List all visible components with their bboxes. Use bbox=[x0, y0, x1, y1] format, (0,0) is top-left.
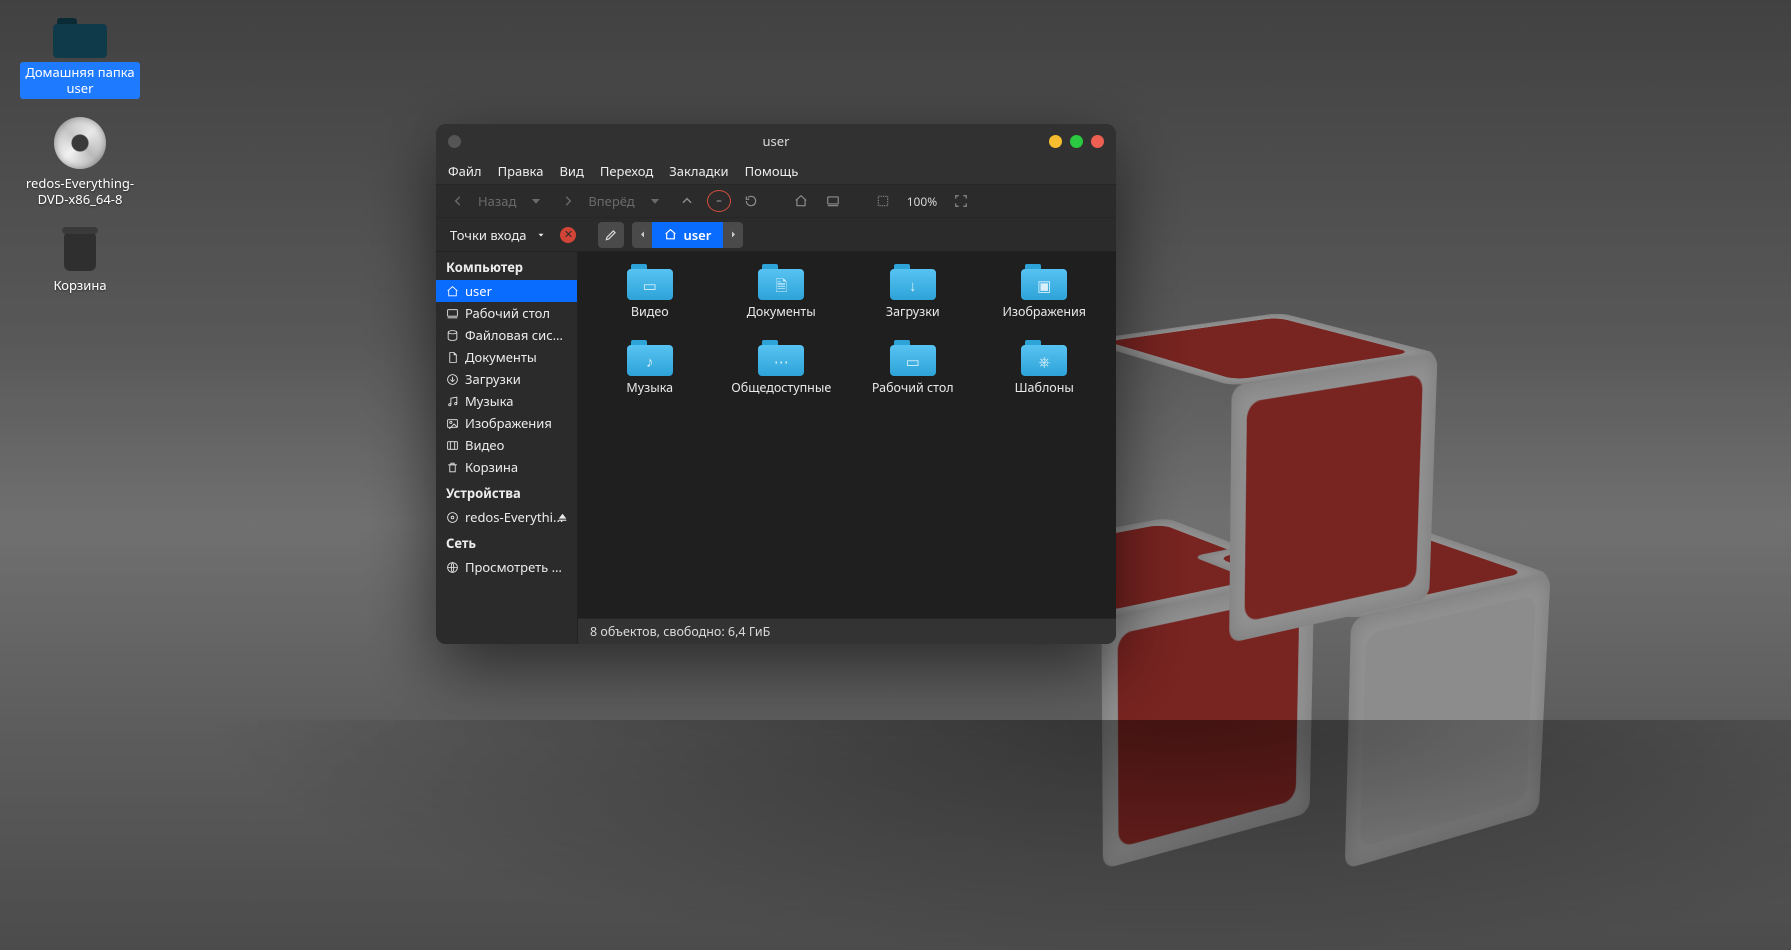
sidebar-item[interactable]: Рабочий стол bbox=[436, 302, 577, 324]
file-manager-window: user Файл Правка Вид Переход Закладки По… bbox=[436, 124, 1116, 644]
icon-grid: ▭ Видео 🗎 Документы ↓ Загрузки ▣ Изображения ♪ Му… bbox=[578, 252, 1116, 618]
folder-icon: ♪ bbox=[627, 340, 673, 376]
stop-button[interactable] bbox=[707, 190, 731, 212]
window-title: user bbox=[763, 132, 790, 150]
folder-label: Загрузки bbox=[886, 303, 940, 320]
sidebar-item[interactable]: Файловая система bbox=[436, 324, 577, 346]
sidebar-item[interactable]: Музыка bbox=[436, 390, 577, 412]
folder-label: Рабочий стол bbox=[872, 379, 954, 396]
desktop-icon-area: Домашняя папка user redos-Everything-DVD… bbox=[20, 16, 160, 313]
sidebar-item[interactable]: Загрузки bbox=[436, 368, 577, 390]
sidebar-heading-computer: Компьютер bbox=[436, 252, 577, 280]
sidebar-item[interactable]: Изображения bbox=[436, 412, 577, 434]
zoom-out-button[interactable] bbox=[871, 189, 895, 213]
sidebar-item[interactable]: user bbox=[436, 280, 577, 302]
breadcrumb-user[interactable]: user bbox=[652, 222, 723, 248]
folder-item[interactable]: ▭ Рабочий стол bbox=[847, 336, 979, 412]
folder-item[interactable]: ⋯ Общедоступные bbox=[716, 336, 848, 412]
places-dropdown-label: Точки входа bbox=[450, 226, 526, 244]
folder-icon: ⎈ bbox=[1021, 340, 1067, 376]
folder-label: Общедоступные bbox=[731, 379, 831, 396]
breadcrumb-next[interactable] bbox=[723, 222, 743, 248]
sidebar-item[interactable]: Просмотреть сеть bbox=[436, 556, 577, 578]
folder-icon: ▣ bbox=[1021, 264, 1067, 300]
desktop-icon-label: Домашняя папка user bbox=[20, 62, 140, 99]
breadcrumb-prev[interactable] bbox=[632, 222, 652, 248]
status-text: 8 объектов, свободно: 6,4 ГиБ bbox=[590, 623, 770, 640]
folder-item[interactable]: 🗎 Документы bbox=[716, 260, 848, 336]
breadcrumb: user bbox=[632, 222, 743, 248]
window-menu-dot[interactable] bbox=[448, 124, 461, 158]
folder-item[interactable]: ♪ Музыка bbox=[584, 336, 716, 412]
folder-icon: ⋯ bbox=[758, 340, 804, 376]
edit-path-button[interactable] bbox=[598, 222, 624, 248]
trash-icon bbox=[62, 227, 98, 271]
desktop-icon-label: Корзина bbox=[20, 275, 140, 295]
folder-label: Видео bbox=[631, 303, 669, 320]
desktop-icon-trash[interactable]: Корзина bbox=[20, 227, 140, 295]
menu-file[interactable]: Файл bbox=[448, 162, 482, 180]
folder-item[interactable]: ⎈ Шаблоны bbox=[979, 336, 1111, 412]
back-history-dropdown[interactable] bbox=[524, 189, 548, 213]
reload-button[interactable] bbox=[739, 189, 763, 213]
menu-view[interactable]: Вид bbox=[559, 162, 583, 180]
folder-item[interactable]: ▭ Видео bbox=[584, 260, 716, 336]
sidebar-heading-devices: Устройства bbox=[436, 478, 577, 506]
disc-icon bbox=[54, 117, 106, 169]
folder-item[interactable]: ↓ Загрузки bbox=[847, 260, 979, 336]
titlebar[interactable]: user bbox=[436, 124, 1116, 158]
folder-icon: ▭ bbox=[627, 264, 673, 300]
statusbar: 8 объектов, свободно: 6,4 ГиБ bbox=[578, 618, 1116, 644]
sidebar-item[interactable]: redos-Everythi... bbox=[436, 506, 577, 528]
desktop-icon-home-folder[interactable]: Домашняя папка user bbox=[20, 16, 140, 99]
back-button[interactable] bbox=[446, 189, 470, 213]
sidebar: Компьютер userРабочий столФайловая систе… bbox=[436, 252, 578, 644]
sidebar-item[interactable]: Корзина bbox=[436, 456, 577, 478]
zoom-in-button[interactable] bbox=[949, 189, 973, 213]
folder-icon: 🗎 bbox=[758, 264, 804, 300]
folder-icon: ▭ bbox=[890, 340, 936, 376]
folder-item[interactable]: ▣ Изображения bbox=[979, 260, 1111, 336]
breadcrumb-user-label: user bbox=[683, 226, 711, 244]
desktop-icon-dvd[interactable]: redos-Everything-DVD-x86_64-8 bbox=[20, 117, 140, 210]
content-area[interactable]: ▭ Видео 🗎 Документы ↓ Загрузки ▣ Изображения ♪ Му… bbox=[578, 252, 1116, 644]
menu-edit[interactable]: Правка bbox=[498, 162, 544, 180]
home-button[interactable] bbox=[789, 189, 813, 213]
folder-label: Документы bbox=[747, 303, 816, 320]
menubar: Файл Правка Вид Переход Закладки Помощь bbox=[436, 158, 1116, 184]
places-dropdown[interactable]: Точки входа bbox=[444, 222, 552, 248]
menu-bookmarks[interactable]: Закладки bbox=[669, 162, 728, 180]
window-close-button[interactable] bbox=[1091, 135, 1104, 148]
menu-go[interactable]: Переход bbox=[600, 162, 653, 180]
up-button[interactable] bbox=[675, 189, 699, 213]
forward-label: Вперёд bbox=[586, 192, 636, 210]
forward-button[interactable] bbox=[556, 189, 580, 213]
desktop-icon-label: redos-Everything-DVD-x86_64-8 bbox=[20, 173, 140, 210]
zoom-level: 100% bbox=[903, 193, 942, 210]
folder-icon bbox=[53, 16, 107, 58]
folder-icon: ↓ bbox=[890, 264, 936, 300]
window-maximize-button[interactable] bbox=[1070, 135, 1083, 148]
close-panel-button[interactable]: ✕ bbox=[560, 227, 576, 243]
sidebar-item[interactable]: Видео bbox=[436, 434, 577, 456]
window-minimize-button[interactable] bbox=[1049, 135, 1062, 148]
toolbar: Назад Вперёд bbox=[436, 184, 1116, 218]
computer-button[interactable] bbox=[821, 189, 845, 213]
back-label: Назад bbox=[476, 192, 518, 210]
menu-help[interactable]: Помощь bbox=[745, 162, 799, 180]
folder-label: Музыка bbox=[626, 379, 673, 396]
forward-history-dropdown[interactable] bbox=[643, 189, 667, 213]
folder-label: Шаблоны bbox=[1015, 379, 1074, 396]
folder-label: Изображения bbox=[1002, 303, 1086, 320]
locationbar: Точки входа ✕ user bbox=[436, 218, 1116, 252]
sidebar-heading-network: Сеть bbox=[436, 528, 577, 556]
sidebar-item[interactable]: Документы bbox=[436, 346, 577, 368]
